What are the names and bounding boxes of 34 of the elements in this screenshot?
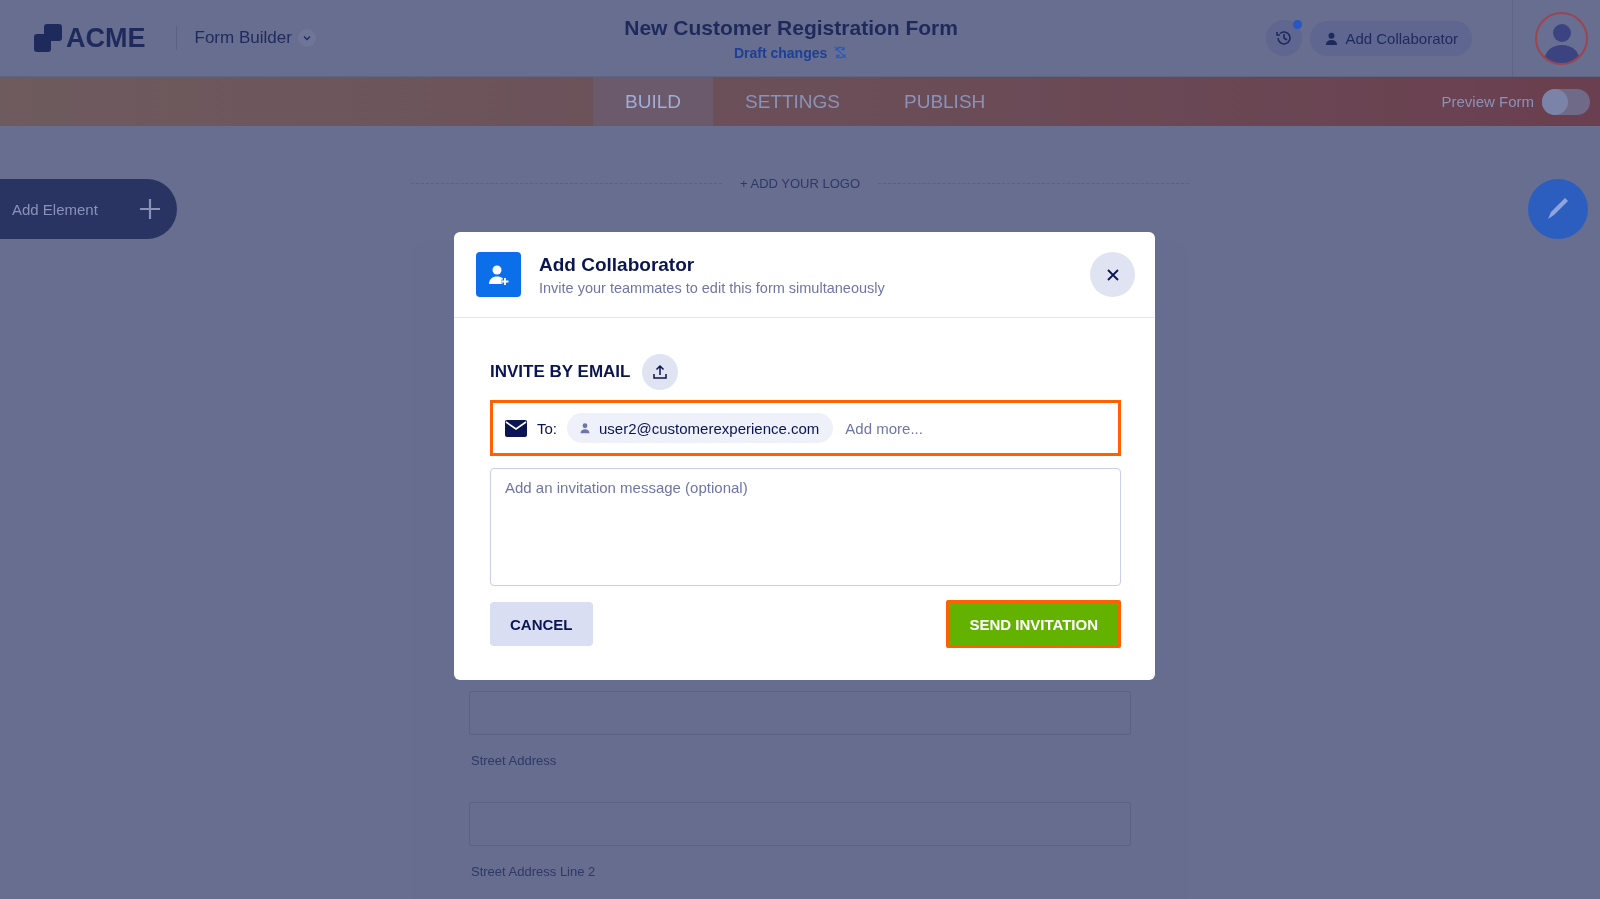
tab[interactable]: BUILD: [593, 77, 713, 126]
cancel-button[interactable]: CANCEL: [490, 602, 593, 646]
form-title: New Customer Registration Form: [624, 15, 958, 40]
chevron-icon: [297, 29, 316, 47]
logo-icon: [34, 24, 62, 52]
close-button[interactable]: [1090, 252, 1135, 297]
upload-icon: [651, 363, 670, 381]
logo-text: ACME: [66, 22, 146, 54]
plus-icon: [139, 198, 161, 220]
add-collaborator-button[interactable]: Add Collaborator: [1310, 20, 1472, 56]
recipient-chip[interactable]: user2@customerexperience.com: [567, 413, 834, 443]
history-button[interactable]: [1266, 20, 1303, 56]
close-icon: [1105, 267, 1120, 282]
preview-label: Preview Form: [1441, 93, 1534, 110]
add-logo-link[interactable]: + ADD YOUR LOGO: [740, 176, 861, 191]
add-element-button[interactable]: Add Element: [0, 179, 177, 239]
sync-icon: [833, 45, 849, 60]
recipient-field[interactable]: To: user2@customerexperience.com Add more...: [490, 400, 1121, 456]
tab[interactable]: SETTINGS: [712, 77, 872, 126]
dialog-title: Add Collaborator: [539, 253, 696, 276]
message-field[interactable]: Add an invitation message (optional): [490, 468, 1121, 586]
envelope-icon: [505, 419, 527, 437]
avatar[interactable]: [1535, 11, 1588, 65]
user-icon: [579, 422, 591, 434]
draft-status: Draft changes: [733, 44, 849, 61]
upload-button[interactable]: [642, 354, 679, 390]
to-label: To:: [537, 419, 557, 437]
section-heading: INVITE BY EMAIL: [490, 362, 631, 382]
preview-toggle[interactable]: [1542, 88, 1590, 115]
app-menu[interactable]: Form Builder: [194, 28, 316, 48]
recipient-email: user2@customerexperience.com: [599, 419, 820, 437]
dialog-subtitle: Invite your teammates to edit this form simultaneously: [539, 279, 886, 296]
tab[interactable]: PUBLISH: [872, 77, 1018, 126]
send-invitation-button[interactable]: SEND INVITATION: [946, 600, 1121, 648]
